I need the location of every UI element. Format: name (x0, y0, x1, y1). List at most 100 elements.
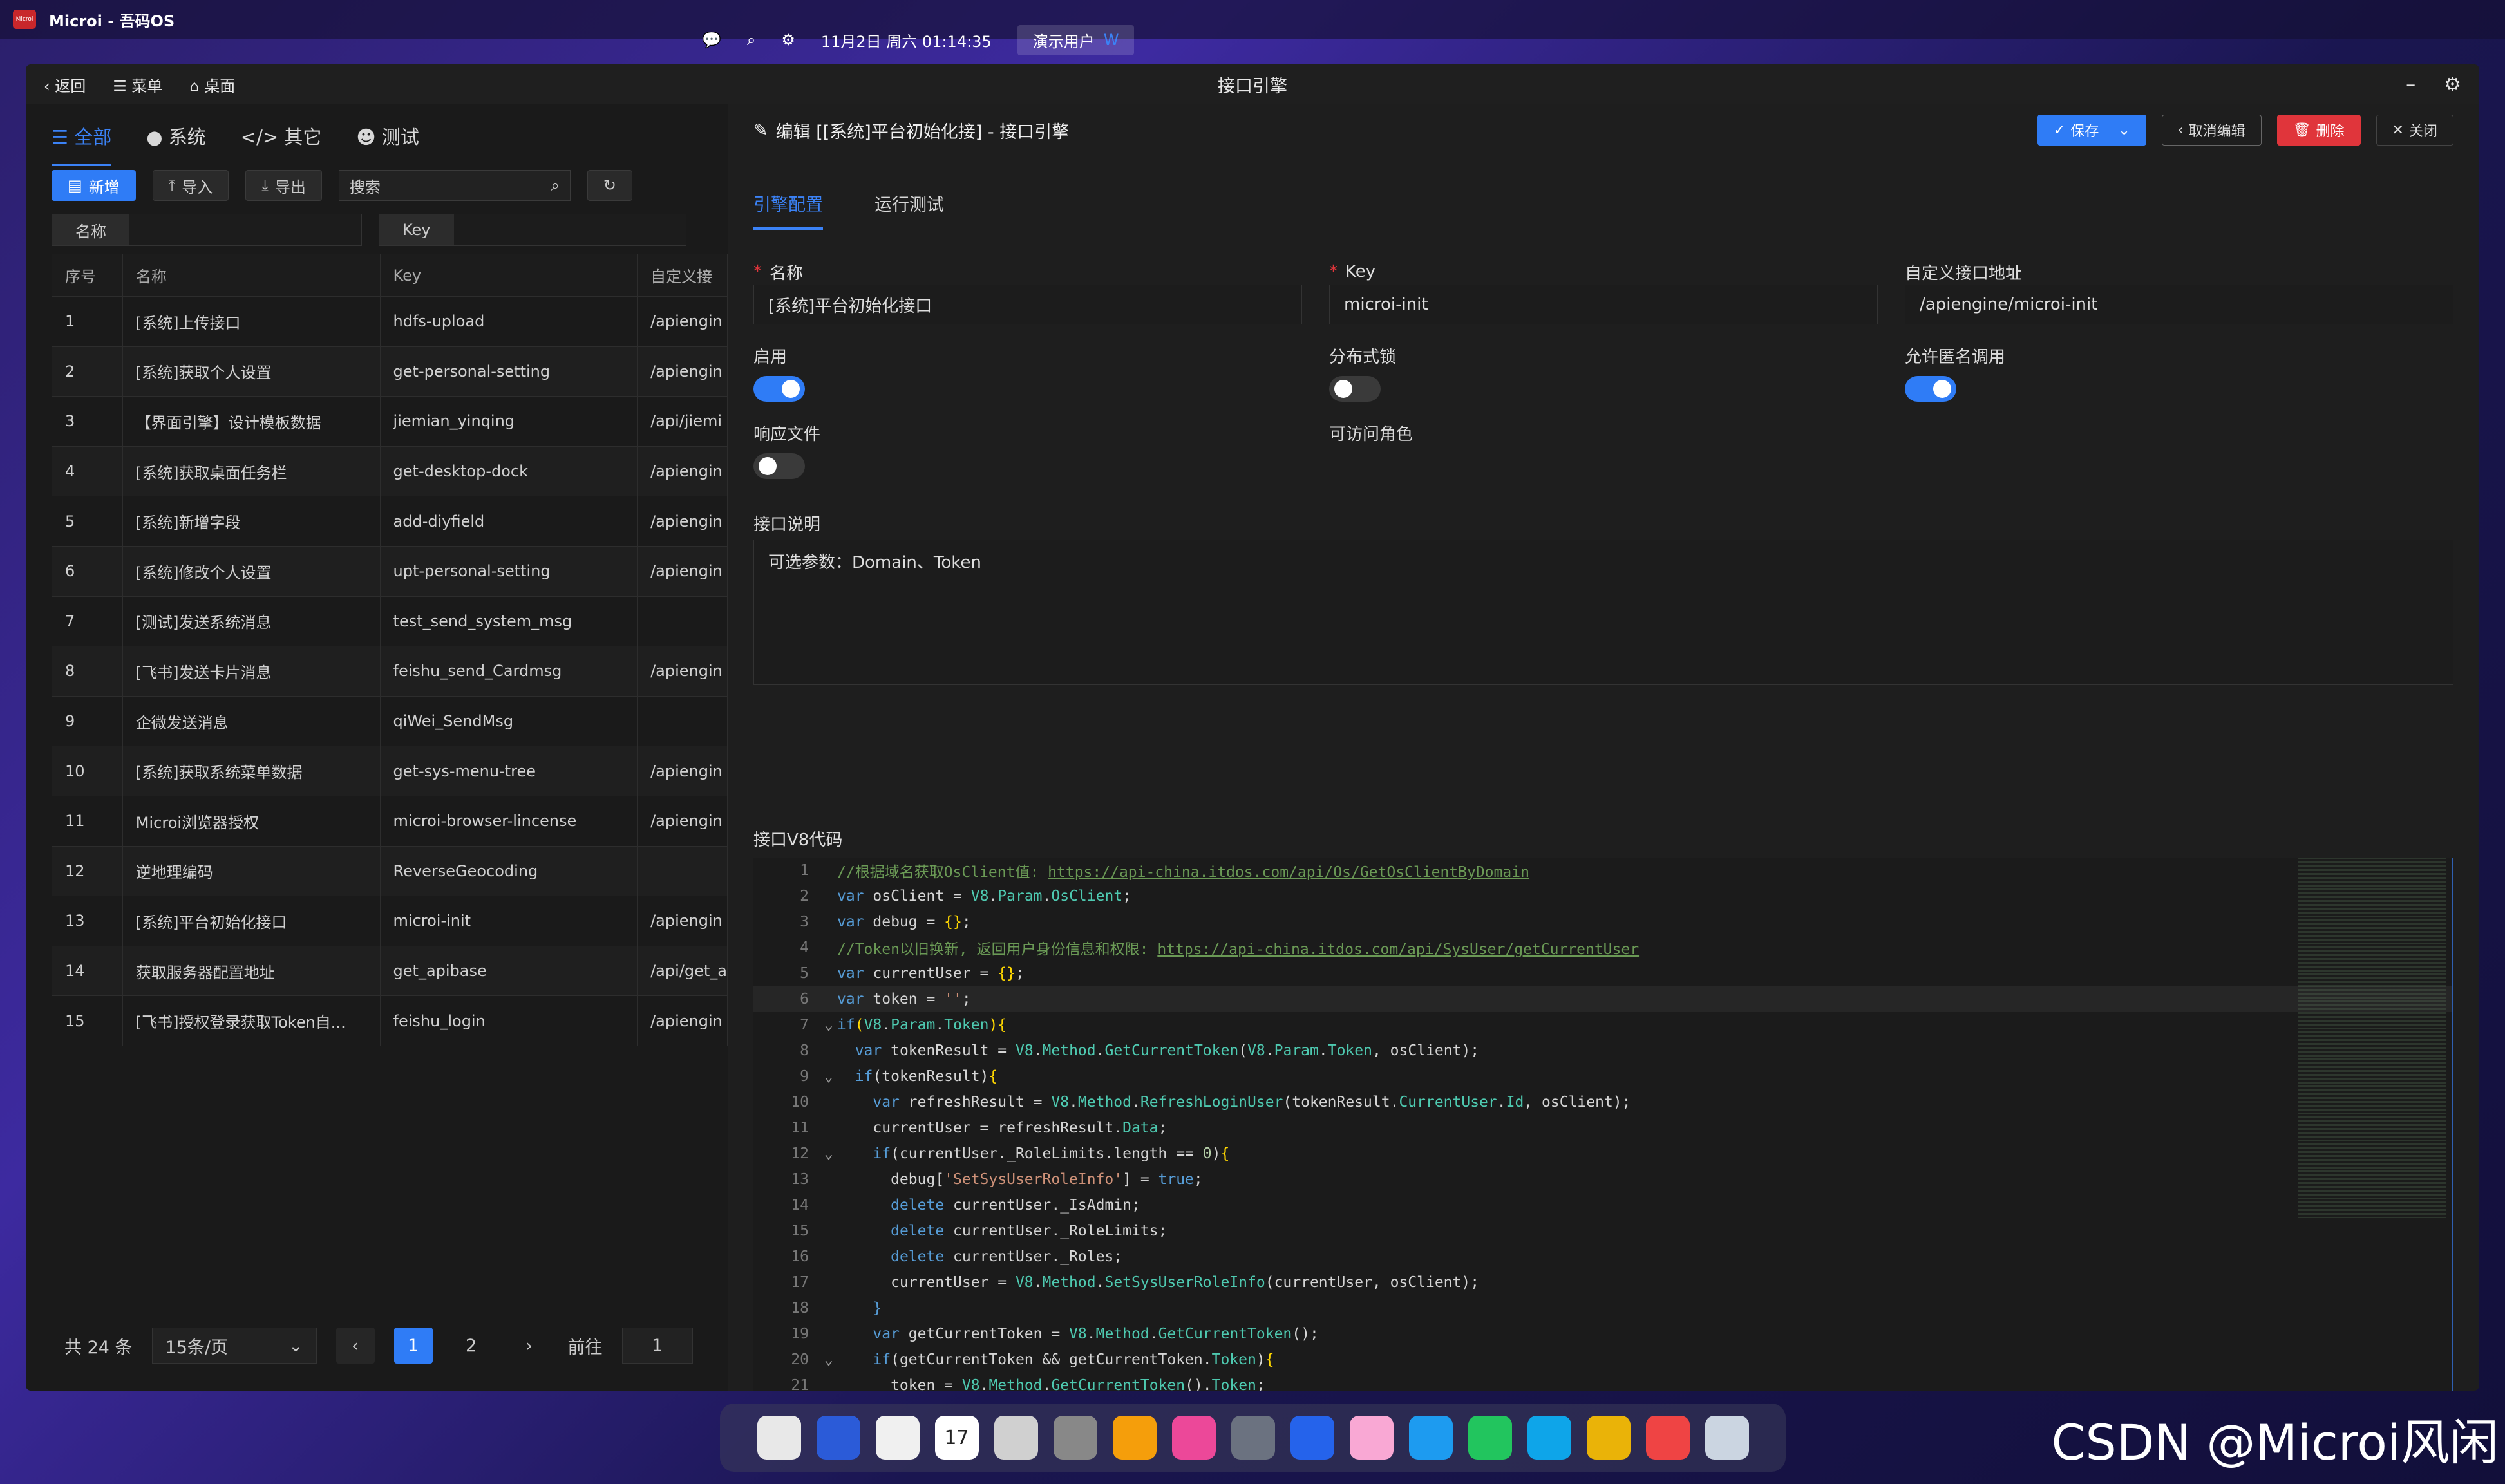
table-cell: [飞书]授权登录获取Token自... (122, 995, 381, 1046)
code-editor[interactable]: 1//根据域名获取OsClient值: https://api-china.it… (753, 858, 2453, 1391)
delete-button[interactable]: 🗑 删除 (2276, 115, 2361, 146)
prev-page-button[interactable]: ‹ (336, 1328, 375, 1364)
word-icon[interactable] (816, 1416, 860, 1460)
avatar-icon[interactable] (1349, 1416, 1394, 1460)
search-icon[interactable]: ⌕ (747, 31, 755, 49)
page-1[interactable]: 1 (393, 1328, 433, 1364)
script-icon[interactable] (994, 1416, 1038, 1460)
app-title: Microi - 吾码OS (49, 12, 175, 30)
desc-textarea[interactable]: 可选参数：Domain、Token (753, 540, 2453, 685)
search-input[interactable]: 搜索 ⌕ (338, 170, 571, 201)
anon-toggle[interactable] (1905, 376, 1956, 402)
table-row[interactable]: 3 【界面引擎】设计模板数据 jiemian_yinqing/api/jiemi (52, 396, 728, 447)
anon-label: 允许匿名调用 (1905, 347, 2006, 367)
datetime: 11月2日 周六 01:14:35 (820, 32, 992, 51)
col-key[interactable]: Key (379, 254, 638, 297)
table-cell (637, 695, 728, 747)
back-button[interactable]: ‹ 返回 (44, 73, 86, 96)
page-size-select[interactable]: 15条/页 ⌄ (151, 1328, 317, 1364)
tab-all[interactable]: ☰ 全部 (52, 122, 112, 166)
page-2[interactable]: 2 (452, 1328, 491, 1364)
tab-other-label: 其它 (284, 126, 322, 148)
pen-icon[interactable] (757, 1416, 801, 1460)
minimize-icon[interactable]: – (2406, 73, 2415, 96)
tab-test[interactable]: ☻ 测试 (356, 122, 419, 166)
people-icon[interactable] (1171, 1416, 1216, 1460)
table-row[interactable]: 11 Microi浏览器授权 microi-browser-lincense/api… (52, 795, 728, 847)
col-url[interactable]: 自定义接 (637, 254, 728, 297)
tab-all-label: 全部 (74, 126, 112, 148)
settings-icon[interactable] (1053, 1416, 1097, 1460)
apps-icon[interactable] (1645, 1416, 1690, 1460)
user-menu[interactable]: 演示用户 W (1017, 24, 1135, 55)
key-field[interactable]: microi-init (1329, 285, 1878, 324)
goto-input[interactable]: 1 (621, 1328, 693, 1364)
tab-run-test[interactable]: 运行测试 (874, 191, 944, 230)
desktop-button[interactable]: ⌂ 桌面 (189, 73, 235, 96)
table-cell: /apiengin (637, 346, 728, 397)
key-filter-input[interactable] (453, 214, 686, 245)
next-page-button[interactable]: › (510, 1328, 549, 1364)
palette-icon[interactable] (1468, 1416, 1512, 1460)
menu-button[interactable]: ☰ 菜单 (113, 73, 162, 96)
save-button[interactable]: ✓ 保存 ⌄ (2037, 115, 2146, 146)
col-index[interactable]: 序号 (52, 254, 123, 297)
appstore-icon[interactable] (1408, 1416, 1453, 1460)
trash-icon[interactable] (1705, 1416, 1749, 1460)
export-button[interactable]: ⤓ 导出 (245, 170, 322, 201)
tab-engine-config[interactable]: 引擎配置 (753, 191, 823, 230)
import-label: 导入 (182, 178, 213, 196)
table-row[interactable]: 14 获取服务器配置地址 get_apibase/api/get_a (52, 945, 728, 997)
search-icon[interactable]: ⌕ (551, 176, 559, 194)
table-row[interactable]: 10 [系统]获取系统菜单数据 get-sys-menu-tree/apiengin (52, 746, 728, 796)
resp-toggle[interactable] (753, 453, 805, 479)
table-row[interactable]: 6 [系统]修改个人设置 upt-personal-setting/apiengin (52, 545, 728, 597)
table-row[interactable]: 7 [测试]发送系统消息 test_send_system_msg (52, 596, 728, 647)
import-button[interactable]: ⤒ 导入 (152, 170, 229, 201)
window-settings-icon[interactable]: ⚙ (2444, 73, 2461, 96)
table-row[interactable]: 2 [系统]获取个人设置 get-personal-setting/apiengin (52, 346, 728, 397)
table-row[interactable]: 1 [系统]上传接口 hdfs-upload/apiengin (52, 296, 728, 347)
save-dropdown-icon[interactable]: ⌄ (2118, 122, 2130, 138)
calendar-icon[interactable]: 17 (934, 1416, 979, 1460)
cube-icon[interactable] (1290, 1416, 1334, 1460)
add-button[interactable]: ▤ 新增 (52, 170, 136, 201)
url-field[interactable]: /apiengine/microi-init (1905, 285, 2453, 324)
name-filter[interactable]: 名称 (52, 214, 362, 246)
search-placeholder: 搜索 (349, 178, 381, 196)
table-cell: get_apibase (379, 945, 638, 997)
close-button[interactable]: ✕ 关闭 (2376, 115, 2453, 146)
key-filter-label: Key (379, 214, 454, 245)
name-field[interactable]: [系统]平台初始化接口 (753, 285, 1302, 324)
tab-system[interactable]: ● 系统 (146, 122, 206, 166)
cancel-edit-button[interactable]: ‹ 取消编辑 (2161, 115, 2262, 146)
table-row[interactable]: 4 [系统]获取桌面任务栏 get-desktop-dock/apiengin (52, 446, 728, 497)
globe-icon[interactable] (1527, 1416, 1571, 1460)
table-cell: [系统]新增字段 (122, 496, 381, 547)
table-row[interactable]: 15 [飞书]授权登录获取Token自... feishu_login/apieng… (52, 995, 728, 1046)
photos-icon[interactable] (1112, 1416, 1157, 1460)
key-filter[interactable]: Key (379, 214, 686, 246)
tab-other[interactable]: </> 其它 (241, 122, 322, 166)
gear-icon[interactable]: ⚙ (781, 31, 795, 49)
table-row[interactable]: 8 [飞书]发送卡片消息 feishu_send_Cardmsg/apiengin (52, 646, 728, 697)
enable-toggle[interactable] (753, 376, 805, 402)
table-row[interactable]: 13 [系统]平台初始化接口 microi-init/apiengin (52, 896, 728, 946)
table-row[interactable]: 9 企微发送消息 qiWei_SendMsg (52, 695, 728, 747)
col-name[interactable]: 名称 (122, 254, 381, 297)
chat-icon[interactable]: 💬 (702, 31, 721, 49)
notes-icon[interactable] (875, 1416, 920, 1460)
app-logo[interactable]: Microi (13, 10, 36, 29)
back-label: 返回 (55, 77, 86, 95)
lock-toggle[interactable] (1329, 376, 1381, 402)
code-minimap[interactable] (2298, 858, 2446, 1218)
chrome-icon[interactable] (1586, 1416, 1631, 1460)
table-cell: /api/get_a (637, 945, 728, 997)
table-row[interactable]: 12 逆地理编码 ReverseGeocoding (52, 845, 728, 897)
name-filter-input[interactable] (129, 214, 361, 245)
table-cell: 7 (52, 596, 123, 647)
tab-test-label: 测试 (381, 126, 419, 148)
table-row[interactable]: 5 [系统]新增字段 add-diyfield/apiengin (52, 496, 728, 547)
refresh-button[interactable]: ↻ (587, 170, 633, 201)
system-icon[interactable] (1231, 1416, 1275, 1460)
